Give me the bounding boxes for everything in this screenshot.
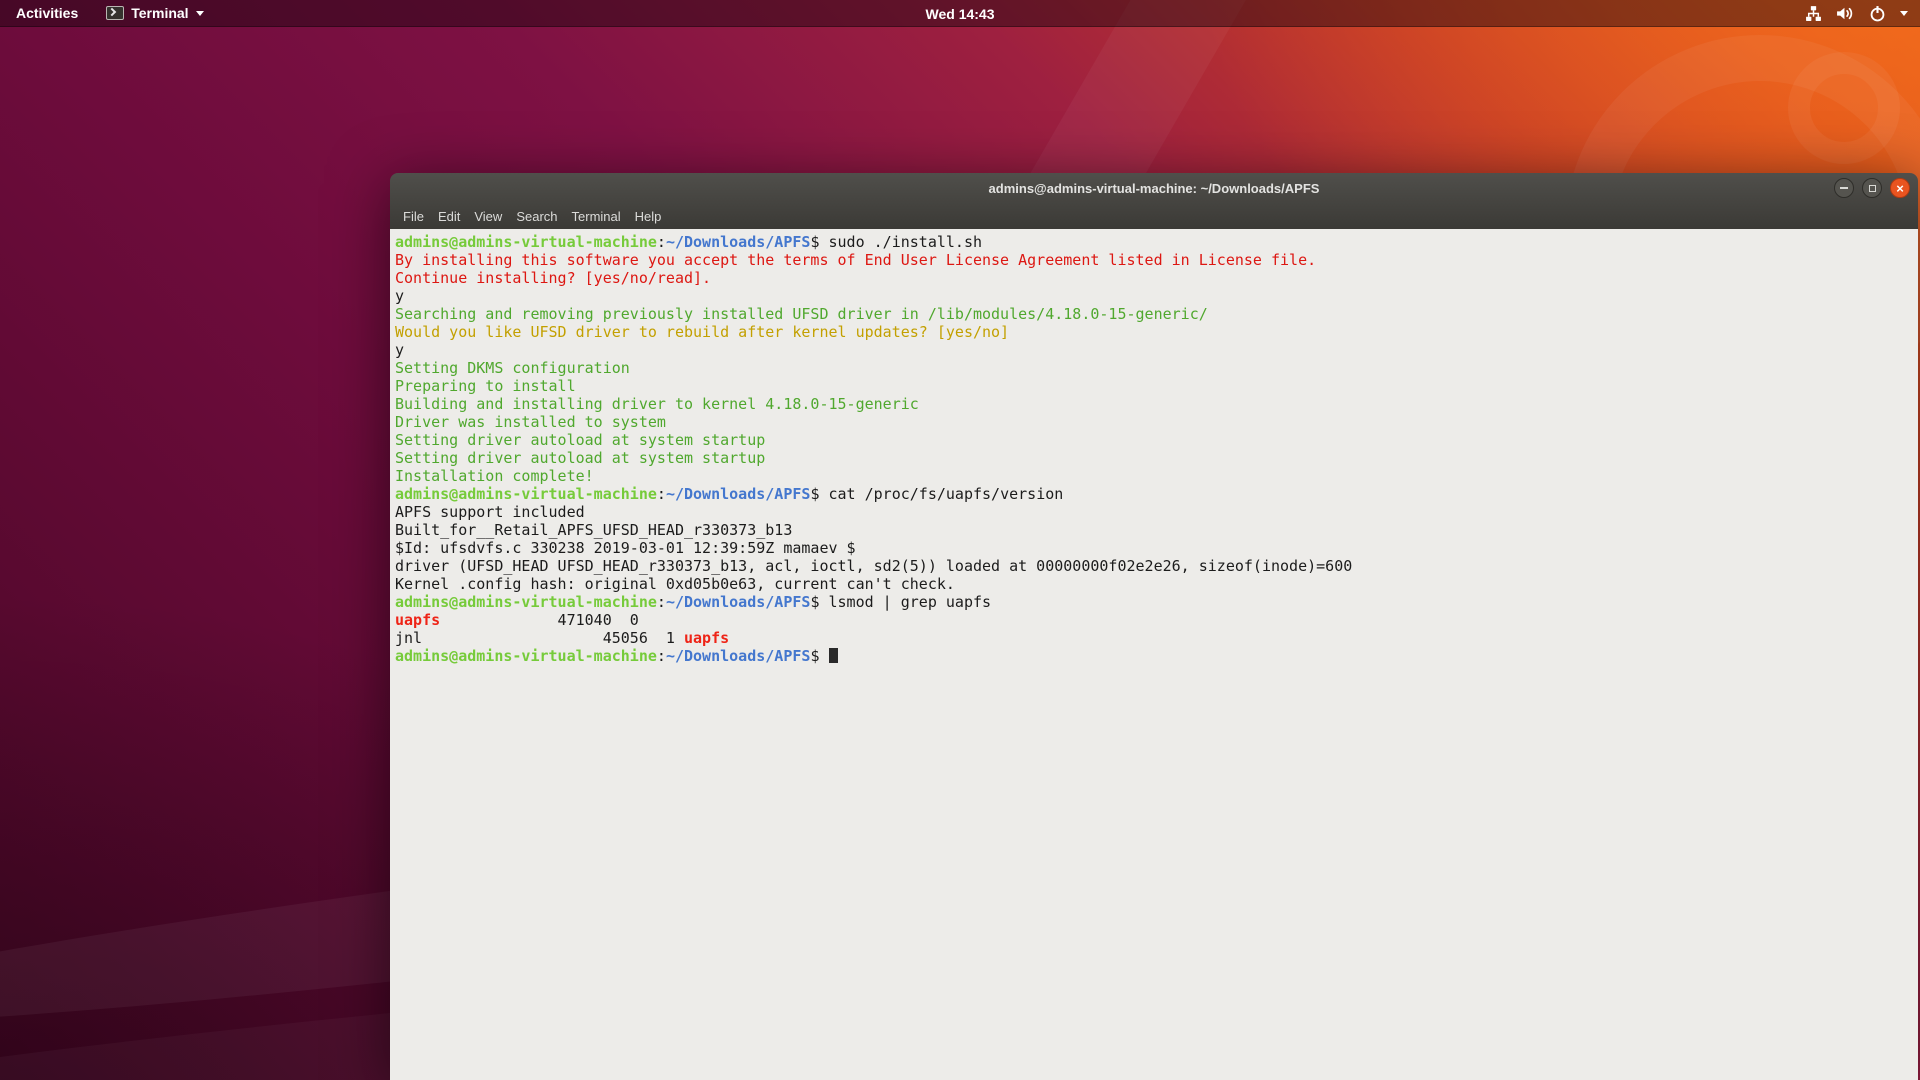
terminal-line: Setting driver autoload at system startu… [395,431,766,449]
app-menu-button[interactable]: Terminal [94,0,215,26]
window-titlebar: admins@admins-virtual-machine: ~/Downloa… [390,173,1918,203]
top-bar: Activities Terminal Wed 14:43 [0,0,1920,27]
terminal-line: Kernel .config hash: original 0xd05b0e63… [395,575,955,593]
wired-network-icon [1806,5,1821,21]
dropdown-caret-icon [195,10,204,16]
terminal-line: y [395,287,405,305]
window-title: admins@admins-virtual-machine: ~/Downloa… [988,180,1320,196]
terminal-line: Continue installing? [yes/no/read]. [395,269,712,287]
close-button[interactable]: × [1890,178,1910,198]
menu-item-search[interactable]: Search [509,207,564,226]
app-menu-label: Terminal [131,5,189,21]
terminal-line: admins@admins-virtual-machine:~/Download… [395,647,1912,665]
menu-item-edit[interactable]: Edit [431,207,467,226]
terminal-line: By installing this software you accept t… [395,251,1317,269]
window-header[interactable]: admins@admins-virtual-machine: ~/Downloa… [390,173,1918,229]
dropdown-caret-icon [1900,10,1908,16]
power-icon [1870,5,1885,21]
terminal-line: Searching and removing previously instal… [395,305,1208,323]
terminal-line: APFS support included [395,503,585,521]
terminal-cursor [828,648,838,663]
terminal-line: Setting DKMS configuration [395,359,630,377]
terminal-line: Would you like UFSD driver to rebuild af… [395,323,1010,341]
terminal-line: Preparing to install [395,377,576,395]
clock-button[interactable]: Wed 14:43 [926,0,995,27]
terminal-line: y [395,341,405,359]
terminal-output[interactable]: admins@admins-virtual-machine:~/Download… [390,229,1918,1080]
terminal-line: $Id: ufsdvfs.c 330238 2019-03-01 12:39:5… [395,539,856,557]
maximize-button[interactable] [1862,178,1882,198]
minimize-icon [1840,187,1848,189]
terminal-window: admins@admins-virtual-machine: ~/Downloa… [390,173,1918,1080]
activities-button[interactable]: Activities [0,0,94,26]
terminal-icon [106,6,125,20]
terminal-line: uapfs 471040 0 [395,611,639,629]
activities-label: Activities [16,5,79,21]
terminal-line: Built_for__Retail_APFS_UFSD_HEAD_r330373… [395,521,793,539]
terminal-line: Installation complete! [395,467,594,485]
menu-item-terminal[interactable]: Terminal [565,207,628,226]
close-icon: × [1896,180,1904,196]
maximize-icon [1868,184,1876,192]
terminal-line: Driver was installed to system [395,413,666,431]
menu-bar: File Edit View Search Terminal Help [390,203,1918,229]
menu-item-file[interactable]: File [396,207,431,226]
terminal-line: driver (UFSD_HEAD UFSD_HEAD_r330373_b13,… [395,557,1353,575]
wallpaper-watermark-ring-small [1788,52,1900,164]
clock-label: Wed 14:43 [925,5,995,22]
terminal-line: admins@admins-virtual-machine:~/Download… [395,593,992,611]
terminal-line: admins@admins-virtual-machine:~/Download… [395,485,1064,503]
terminal-line: jnl 45056 1 uapfs [395,629,730,647]
minimize-button[interactable] [1834,178,1854,198]
menu-item-help[interactable]: Help [628,207,669,226]
terminal-line: Building and installing driver to kernel… [395,395,919,413]
terminal-line: Setting driver autoload at system startu… [395,449,766,467]
volume-icon [1837,7,1853,19]
menu-item-view[interactable]: View [467,207,509,226]
terminal-line: admins@admins-virtual-machine:~/Download… [395,233,983,251]
system-tray[interactable] [1805,0,1920,26]
